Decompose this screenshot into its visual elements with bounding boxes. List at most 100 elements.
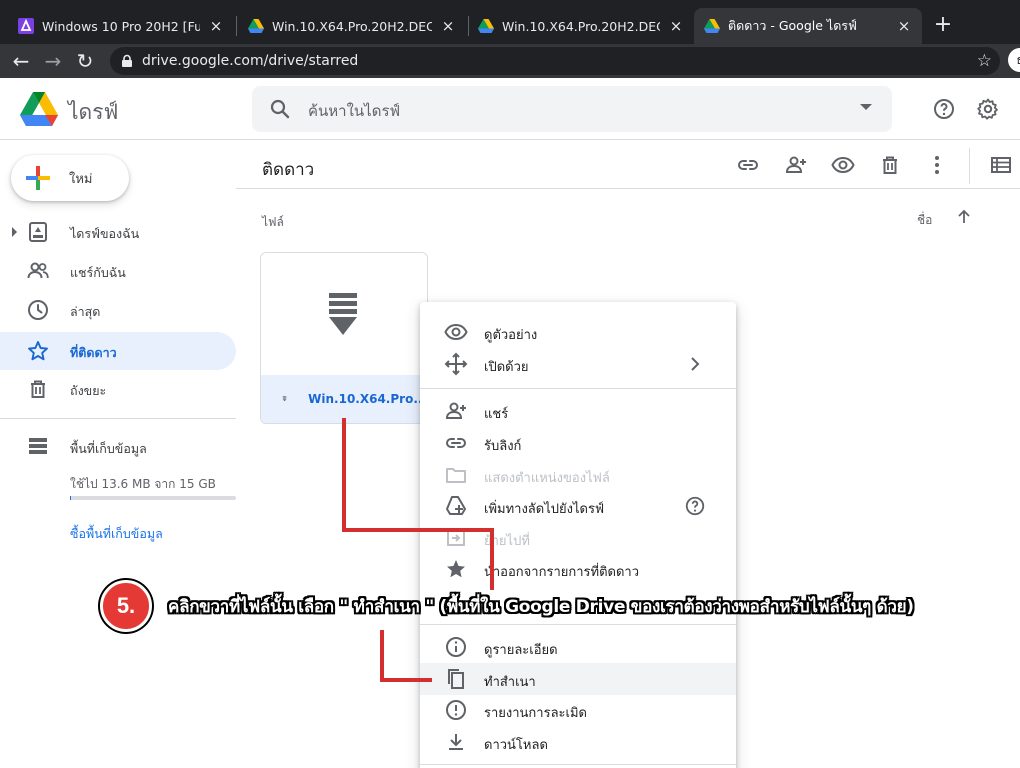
sidebar-item-starred[interactable]: ที่ติดดาว — [0, 332, 236, 370]
tab-title: Windows 10 Pro 20H2 [Full] ISO — [42, 18, 200, 34]
browser-toolbar: ← → ↻ drive.google.com/drive/starred ☆ — [0, 44, 1020, 78]
chevron-right-icon — [691, 357, 700, 371]
step-number-badge: 5. — [100, 580, 152, 632]
sidebar-item-label: ไดรฟ์ของฉัน — [70, 226, 140, 241]
toolbar-divider — [969, 148, 970, 184]
new-button[interactable]: ใหม่ — [11, 155, 129, 201]
menu-item-report-abuse[interactable]: รายงานการละเมิด — [420, 694, 736, 726]
settings-gear-icon[interactable] — [976, 97, 1000, 121]
new-button-label: ใหม่ — [69, 171, 93, 187]
close-icon[interactable]: × — [440, 17, 456, 35]
menu-item-preview[interactable]: ดูตัวอย่าง — [420, 316, 736, 348]
sidebar-item-recent[interactable]: ล่าสุด — [0, 291, 236, 329]
alert-icon — [446, 700, 466, 720]
close-icon[interactable]: × — [668, 17, 684, 35]
sidebar-item-label: ถังขยะ — [70, 383, 107, 398]
address-bar[interactable]: drive.google.com/drive/starred ☆ — [110, 47, 1000, 75]
storage-icon — [29, 438, 47, 454]
my-drive-icon — [29, 222, 47, 242]
sidebar-item-my-drive[interactable]: ไดรฟ์ของฉัน — [0, 213, 236, 251]
menu-item-make-copy[interactable]: ทำสำเนา — [420, 663, 736, 695]
menu-item-label: รับลิงก์ — [484, 439, 522, 454]
menu-item-label: ดูรายละเอียด — [484, 643, 558, 658]
menu-item-download[interactable]: ดาวน์โหลด — [420, 726, 736, 758]
tab-title: ติดดาว - Google ไดรฟ์ — [728, 18, 857, 33]
bookmark-star-icon[interactable]: ☆ — [977, 51, 992, 71]
reload-button[interactable]: ↻ — [72, 48, 98, 74]
storage-label[interactable]: พื้นที่เก็บข้อมูล — [70, 439, 147, 459]
close-icon[interactable]: × — [208, 17, 224, 35]
help-icon[interactable] — [684, 495, 706, 517]
search-options-icon[interactable] — [860, 104, 872, 110]
new-tab-button[interactable]: + — [930, 12, 956, 38]
arrow-up-icon[interactable] — [955, 208, 973, 226]
menu-divider — [420, 624, 736, 625]
eye-icon — [444, 323, 468, 341]
close-icon[interactable]: × — [896, 17, 912, 35]
menu-item-add-shortcut[interactable]: เพิ่มทางลัดไปยังไดรฟ์ — [420, 490, 736, 522]
search-box[interactable]: ค้นหาในไดรฟ์ — [252, 86, 892, 132]
menu-item-details[interactable]: ดูรายละเอียด — [420, 631, 736, 663]
main-divider — [236, 188, 1020, 189]
browser-tab-3[interactable]: Win.10.X64.Pro.20H2.DEC.2020. × — [468, 8, 694, 44]
annotation-line — [342, 418, 346, 532]
star-icon — [28, 341, 48, 361]
buy-storage-link[interactable]: ซื้อพื้นที่เก็บข้อมูล — [70, 524, 163, 544]
sort-by-name-button[interactable]: ชื่อ — [917, 211, 932, 230]
list-view-icon[interactable] — [989, 153, 1013, 177]
trash-icon[interactable] — [878, 153, 902, 177]
file-name-row[interactable]: Win.10.X64.Pro... — [261, 375, 427, 423]
get-link-icon[interactable] — [736, 153, 760, 177]
tab-title: Win.10.X64.Pro.20H2.DEC.2020. — [502, 18, 660, 34]
forward-button[interactable]: → — [40, 48, 66, 74]
lock-icon — [122, 54, 132, 67]
file-name: Win.10.X64.Pro... — [308, 392, 427, 406]
add-person-icon[interactable] — [784, 153, 808, 177]
browser-tab-1[interactable]: Windows 10 Pro 20H2 [Full] ISO × — [8, 8, 234, 44]
tab-divider — [236, 16, 237, 36]
annotation-line — [342, 528, 494, 532]
menu-item-label: แชร์ — [484, 407, 509, 422]
storage-progress-fill — [70, 496, 71, 500]
menu-item-remove-starred[interactable]: นำออกจากรายการที่ติดดาว — [420, 553, 736, 585]
menu-item-get-link[interactable]: รับลิงก์ — [420, 427, 736, 459]
download-icon — [449, 734, 463, 750]
preview-eye-icon[interactable] — [831, 153, 855, 177]
back-button[interactable]: ← — [8, 48, 34, 74]
page-title: ติดดาว — [262, 160, 315, 180]
sidebar-item-trash[interactable]: ถังขยะ — [0, 370, 236, 408]
menu-item-open-with[interactable]: เปิดด้วย — [420, 348, 736, 380]
help-icon[interactable] — [932, 97, 956, 121]
search-icon[interactable] — [268, 97, 292, 121]
menu-item-label: เพิ่มทางลัดไปยังไดรฟ์ — [484, 502, 605, 517]
browser-tab-active[interactable]: ติดดาว - Google ไดรฟ์ × — [694, 8, 922, 44]
folder-icon — [446, 468, 466, 483]
drive-favicon-icon — [248, 19, 264, 33]
browser-tabstrip: Windows 10 Pro 20H2 [Full] ISO × Win.10.… — [0, 0, 1020, 44]
file-card[interactable]: Win.10.X64.Pro... — [260, 252, 428, 424]
menu-item-label: ดาวน์โหลด — [484, 738, 548, 753]
more-vertical-icon[interactable] — [925, 153, 949, 177]
file-thumbnail — [261, 253, 427, 375]
menu-item-share[interactable]: แชร์ — [420, 395, 736, 427]
menu-item-label: แสดงตำแหน่งของไฟล์ — [484, 471, 610, 486]
search-input[interactable]: ค้นหาในไดรฟ์ — [308, 99, 400, 123]
link-icon — [446, 438, 466, 448]
expand-caret-icon[interactable] — [12, 227, 17, 237]
product-name: ไดรฟ์ — [68, 100, 119, 124]
menu-item-move-to: ย้ายไปที่ — [420, 522, 736, 554]
sidebar-item-shared-with-me[interactable]: แชร์กับฉัน — [0, 252, 236, 290]
sidebar-item-label: ที่ติดดาว — [70, 345, 117, 360]
annotation-line — [380, 678, 432, 682]
add-person-icon — [445, 402, 466, 419]
browser-tab-2[interactable]: Win.10.X64.Pro.20H2.DEC.2020. × — [238, 8, 466, 44]
move-arrows-icon — [444, 352, 468, 376]
site-favicon-icon — [18, 18, 34, 34]
url-text: drive.google.com/drive/starred — [142, 53, 359, 69]
drive-favicon-icon — [478, 19, 494, 33]
trash-icon — [31, 380, 45, 398]
storage-used-text: ใช้ไป 13.6 MB จาก 15 GB — [70, 477, 216, 491]
sidebar-item-label: แชร์กับฉัน — [70, 265, 126, 280]
menu-item-label: ดูตัวอย่าง — [484, 328, 538, 343]
drive-shortcut-icon — [446, 496, 466, 515]
